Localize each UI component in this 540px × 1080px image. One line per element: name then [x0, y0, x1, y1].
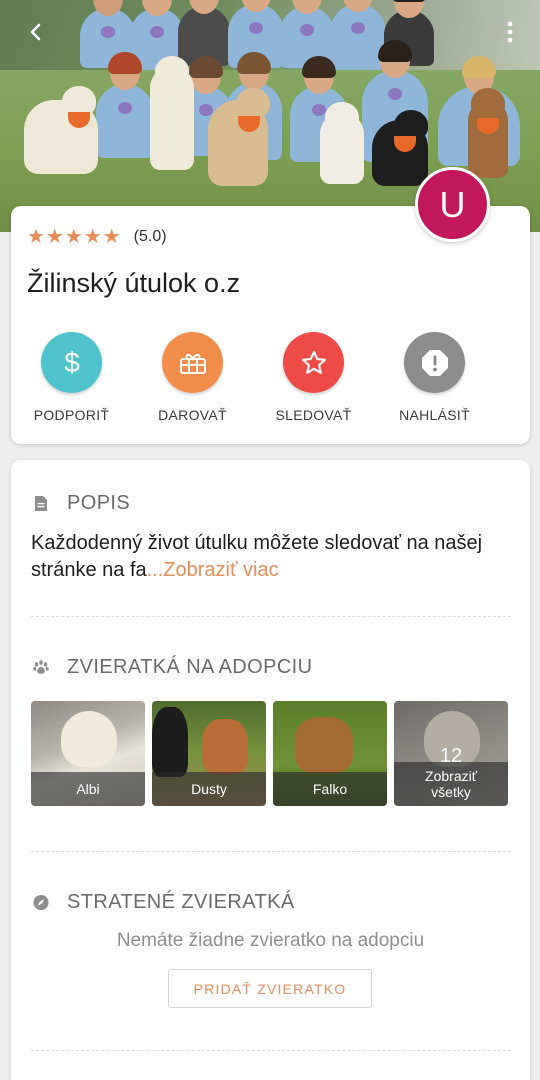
divider	[31, 616, 511, 617]
follow-button[interactable]: SLEDOVAŤ	[253, 332, 374, 423]
adoption-heading: ZVIERATKÁ NA ADOPCIU	[67, 656, 313, 678]
more-vert-icon	[507, 21, 513, 43]
shelter-details-card: POPIS Každodenný život útulku môžete sle…	[11, 460, 530, 1080]
show-all-line-2: všetky	[431, 784, 471, 800]
back-button[interactable]	[18, 14, 54, 50]
star-icon	[301, 350, 326, 374]
support-button[interactable]: $ PODPORIŤ	[11, 332, 132, 423]
donate-label: DAROVAŤ	[158, 407, 227, 423]
donate-button[interactable]: DAROVAŤ	[132, 332, 253, 423]
pet-name: Albi	[31, 772, 145, 806]
paw-icon	[33, 659, 49, 677]
support-label: PODPORIŤ	[33, 407, 110, 423]
volunteer	[330, 0, 386, 70]
compass-icon	[33, 894, 49, 912]
report-label: NAHLÁSIŤ	[399, 407, 470, 423]
dog	[24, 86, 98, 174]
avatar[interactable]: U	[415, 167, 490, 242]
adoption-section-header: ZVIERATKÁ NA ADOPCIU	[33, 656, 312, 679]
rating: ★★★★★ (5.0)	[27, 224, 167, 249]
show-all-label: Zobraziť všetky	[394, 762, 508, 806]
arrow-back-icon	[30, 23, 41, 41]
rating-stars: ★★★★★	[27, 226, 122, 248]
show-all-line-1: Zobraziť	[425, 768, 477, 784]
dog	[468, 88, 508, 178]
svg-text:$: $	[64, 348, 80, 378]
divider	[31, 1050, 511, 1051]
pet-name: Falko	[273, 772, 387, 806]
lost-heading: STRATENÉ ZVIERATKÁ	[67, 891, 295, 913]
more-options-button[interactable]	[492, 14, 528, 50]
avatar-letter: U	[439, 183, 466, 225]
empty-state-text: Nemáte žiadne zvieratko na adopciu	[116, 930, 425, 951]
add-animal-button[interactable]: PRIDAŤ ZVIERATKO	[168, 969, 372, 1008]
follow-label: SLEDOVAŤ	[275, 407, 352, 423]
pet-card[interactable]: Falko	[273, 701, 387, 806]
adoption-pet-list: Albi Dusty Falko 12 Zobraziť všetky	[31, 701, 515, 806]
description-text: Každodenný život útulku môžete sledovať …	[31, 530, 501, 584]
dog	[372, 110, 428, 186]
pet-card[interactable]: Dusty	[152, 701, 266, 806]
document-icon	[33, 495, 49, 513]
lost-section-header: STRATENÉ ZVIERATKÁ	[33, 891, 295, 914]
report-icon	[421, 349, 448, 376]
pet-photo	[61, 711, 117, 767]
description-section-header: POPIS	[33, 492, 130, 515]
show-all-pets-card[interactable]: 12 Zobraziť všetky	[394, 701, 508, 806]
donate-circle[interactable]	[162, 332, 223, 393]
pet-card[interactable]: Albi	[31, 701, 145, 806]
follow-circle[interactable]	[283, 332, 344, 393]
support-circle[interactable]: $	[41, 332, 102, 393]
dog	[320, 102, 364, 184]
report-circle[interactable]	[404, 332, 465, 393]
divider	[31, 851, 511, 852]
pet-photo	[152, 707, 188, 777]
show-more-link[interactable]: ...Zobraziť viac	[147, 559, 279, 581]
pet-photo	[295, 717, 353, 773]
shelter-name: Žilinský útulok o.z	[27, 268, 241, 298]
volunteer	[96, 52, 154, 158]
dollar-icon: $	[64, 348, 80, 378]
pet-name: Dusty	[152, 772, 266, 806]
pet-photo	[202, 719, 248, 775]
description-heading: POPIS	[67, 492, 131, 514]
rating-value: (5.0)	[133, 227, 167, 245]
report-button[interactable]: NAHLÁSIŤ	[374, 332, 495, 423]
gift-icon	[179, 353, 206, 374]
dog	[208, 88, 270, 186]
dog	[150, 56, 194, 170]
action-bar: $ PODPORIŤ DAROVAŤ SLEDOVAŤ NAHLÁSIŤ	[11, 332, 530, 423]
